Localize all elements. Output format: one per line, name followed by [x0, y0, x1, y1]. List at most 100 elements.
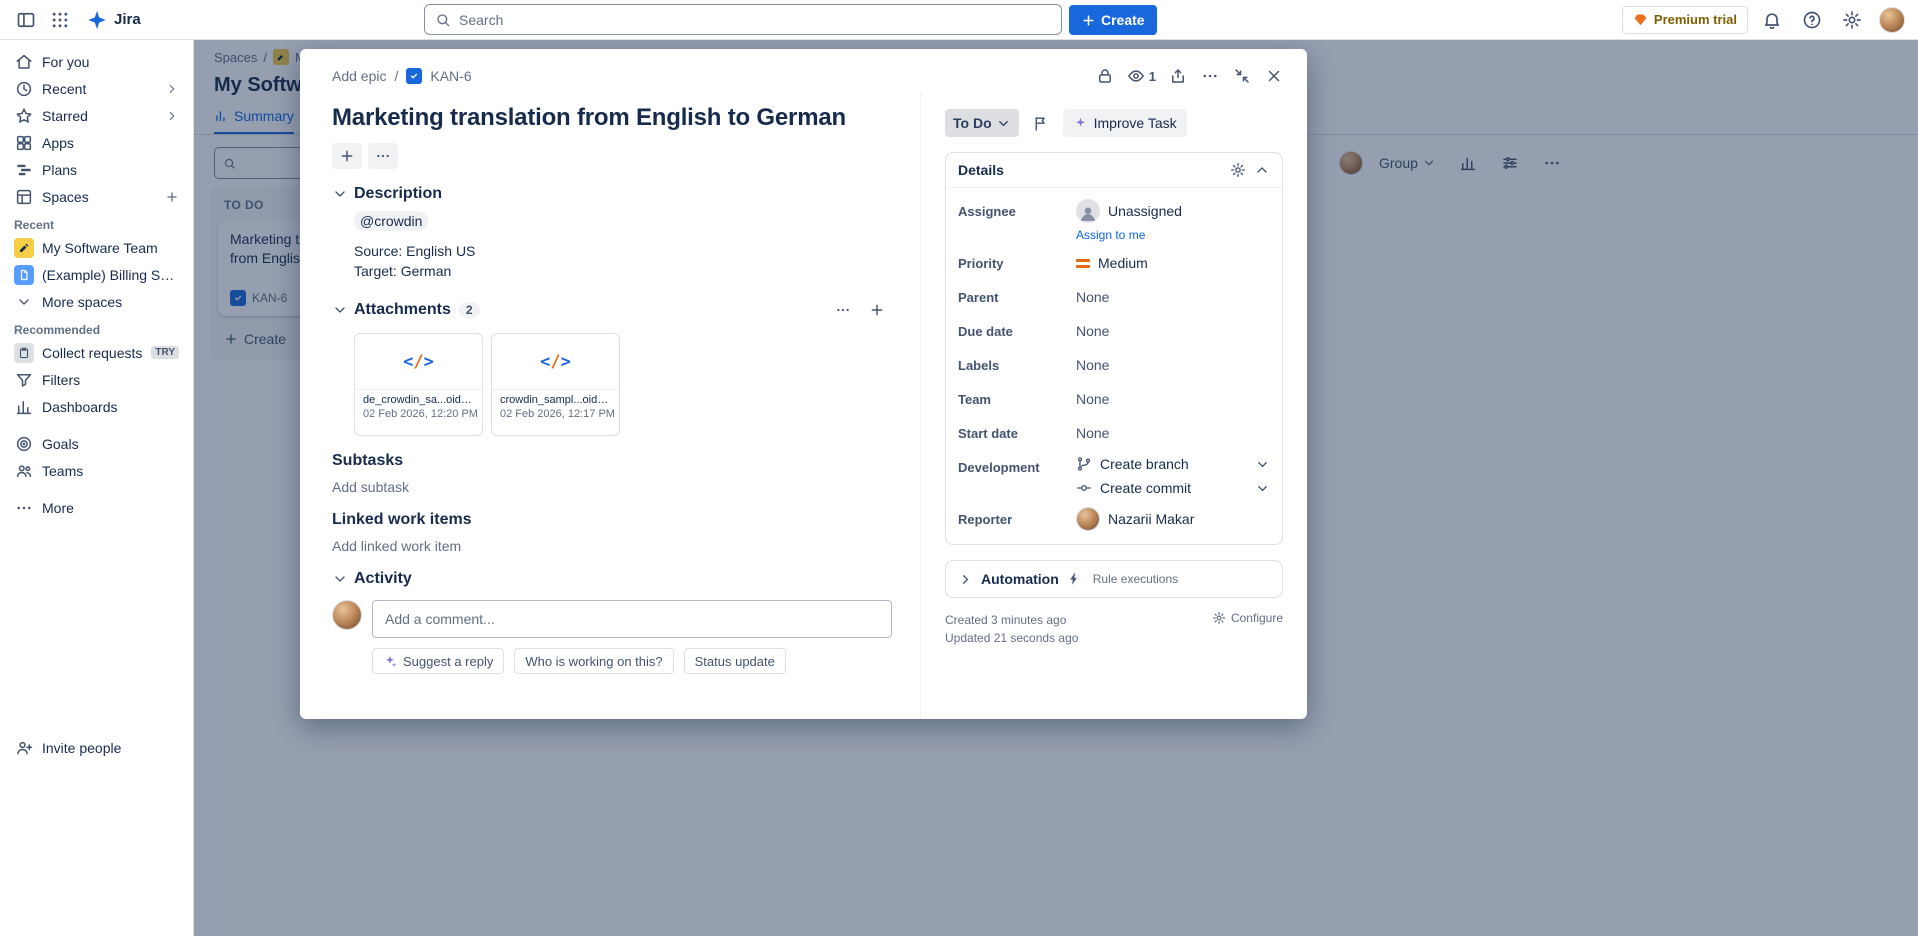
description-content[interactable]: @crowdin Source: English US Target: Germ… [354, 211, 892, 281]
rule-executions-link[interactable]: Rule executions [1093, 572, 1178, 586]
priority-value[interactable]: Medium [1076, 255, 1148, 271]
premium-trial-button[interactable]: Premium trial [1622, 6, 1748, 34]
assignee-label: Assignee [958, 204, 1076, 219]
sidebar-toggle-button[interactable] [10, 4, 42, 36]
watch-count: 1 [1149, 69, 1156, 84]
global-search[interactable] [424, 4, 1062, 35]
details-panel-header[interactable]: Details [946, 153, 1282, 188]
improve-task-button[interactable]: Improve Task [1063, 109, 1187, 137]
notifications-button[interactable] [1756, 4, 1788, 36]
gear-icon[interactable] [1230, 162, 1246, 178]
issue-key-link[interactable]: KAN-6 [430, 68, 471, 84]
create-commit-button[interactable]: Create commit [1076, 480, 1270, 496]
settings-button[interactable] [1836, 4, 1868, 36]
subtasks-heading: Subtasks [332, 452, 892, 470]
team-value[interactable]: None [1076, 391, 1109, 407]
comment-input[interactable] [372, 600, 892, 638]
sidebar-space-example-billing[interactable]: (Example) Billing Syste... [8, 261, 185, 288]
parent-label: Parent [958, 290, 1076, 305]
labels-value[interactable]: None [1076, 357, 1109, 373]
chevron-right-icon [165, 82, 179, 96]
sidebar-item-label: Spaces [42, 189, 157, 205]
sidebar-item-label: Goals [42, 436, 179, 452]
automation-panel[interactable]: Automation Rule executions [945, 560, 1283, 598]
quick-more-button[interactable] [368, 143, 398, 169]
lock-icon [1096, 67, 1114, 85]
sidebar-item-plans[interactable]: Plans [8, 156, 185, 183]
share-button[interactable] [1163, 61, 1193, 91]
gear-icon [1212, 611, 1226, 625]
add-space-icon[interactable] [165, 190, 179, 204]
sidebar-item-for-you[interactable]: For you [8, 48, 185, 75]
timeline-icon [15, 161, 33, 179]
sidebar-item-label: Apps [42, 135, 179, 151]
create-button[interactable]: Create [1069, 5, 1157, 35]
sidebar-item-starred[interactable]: Starred [8, 102, 185, 129]
try-badge: TRY [151, 346, 179, 359]
due-date-value[interactable]: None [1076, 323, 1109, 339]
profile-button[interactable] [1876, 4, 1908, 36]
sidebar-item-recent[interactable]: Recent [8, 75, 185, 102]
create-commit-label: Create commit [1100, 480, 1191, 496]
panel-left-icon [16, 10, 36, 30]
sidebar-more-spaces[interactable]: More spaces [8, 288, 185, 315]
sidebar-item-more[interactable]: More [8, 494, 185, 521]
sidebar-item-filters[interactable]: Filters [8, 366, 185, 393]
chevron-up-icon[interactable] [1254, 162, 1270, 178]
sidebar-item-label: Teams [42, 463, 179, 479]
linked-work-items-heading: Linked work items [332, 511, 892, 529]
quick-add-button[interactable] [332, 143, 362, 169]
add-subtask-button[interactable]: Add subtask [332, 479, 892, 495]
collapse-modal-button[interactable] [1227, 61, 1257, 91]
assign-to-me-link[interactable]: Assign to me [1076, 228, 1145, 242]
attachment-card[interactable]: </> crowdin_sampl...oid.xml 02 Feb 2026,… [491, 333, 620, 436]
description-header[interactable]: Description [332, 185, 892, 203]
modal-header-actions: 1 [1090, 61, 1289, 91]
issue-title[interactable]: Marketing translation from English to Ge… [332, 103, 892, 133]
add-linked-work-item-button[interactable]: Add linked work item [332, 538, 892, 554]
who-is-working-button[interactable]: Who is working on this? [514, 648, 673, 674]
sidebar-recommended-heading: Recommended [8, 315, 185, 339]
suggest-reply-button[interactable]: Suggest a reply [372, 648, 504, 674]
sidebar-item-teams[interactable]: Teams [8, 457, 185, 484]
help-button[interactable] [1796, 4, 1828, 36]
attachment-card[interactable]: </> de_crowdin_sa...oid.xml 02 Feb 2026,… [354, 333, 483, 436]
restrict-access-button[interactable] [1090, 61, 1120, 91]
close-modal-button[interactable] [1259, 61, 1289, 91]
sidebar-item-apps[interactable]: Apps [8, 129, 185, 156]
improve-task-label: Improve Task [1094, 115, 1177, 131]
reporter-value[interactable]: Nazarii Makar [1076, 507, 1194, 531]
assignee-value[interactable]: Unassigned [1076, 199, 1182, 223]
attachments-more-button[interactable] [828, 297, 858, 323]
create-branch-button[interactable]: Create branch [1076, 456, 1270, 472]
invite-people-button[interactable]: Invite people [8, 734, 185, 761]
app-switcher-button[interactable] [44, 4, 76, 36]
add-epic-button[interactable]: Add epic [332, 68, 386, 84]
jira-brand[interactable]: Jira [78, 9, 149, 31]
mention-crowdin[interactable]: @crowdin [354, 211, 428, 231]
configure-button[interactable]: Configure [1212, 611, 1283, 625]
attachments-header[interactable]: Attachments 2 [332, 297, 892, 323]
watch-button[interactable]: 1 [1122, 61, 1161, 91]
add-attachment-button[interactable] [862, 297, 892, 323]
top-navigation-bar: Jira Create Premium trial [0, 0, 1918, 40]
global-search-input[interactable] [459, 12, 1051, 28]
activity-heading: Activity [354, 570, 412, 588]
start-date-value[interactable]: None [1076, 425, 1109, 441]
start-date-label: Start date [958, 426, 1076, 441]
description-source-line: Source: English US [354, 241, 892, 261]
more-spaces-label: More spaces [42, 294, 179, 310]
status-dropdown[interactable]: To Do [945, 109, 1019, 137]
sidebar-item-collect-requests[interactable]: Collect requests TRY [8, 339, 185, 366]
sidebar-item-goals[interactable]: Goals [8, 430, 185, 457]
sidebar-item-dashboards[interactable]: Dashboards [8, 393, 185, 420]
activity-header[interactable]: Activity [332, 570, 892, 588]
development-label: Development [958, 450, 1076, 475]
sidebar-item-spaces[interactable]: Spaces [8, 183, 185, 210]
attachments-count: 2 [459, 302, 480, 318]
add-flag-button[interactable] [1027, 109, 1055, 137]
modal-more-button[interactable] [1195, 61, 1225, 91]
sidebar-space-my-software-team[interactable]: My Software Team [8, 234, 185, 261]
status-update-button[interactable]: Status update [684, 648, 786, 674]
parent-value[interactable]: None [1076, 289, 1109, 305]
